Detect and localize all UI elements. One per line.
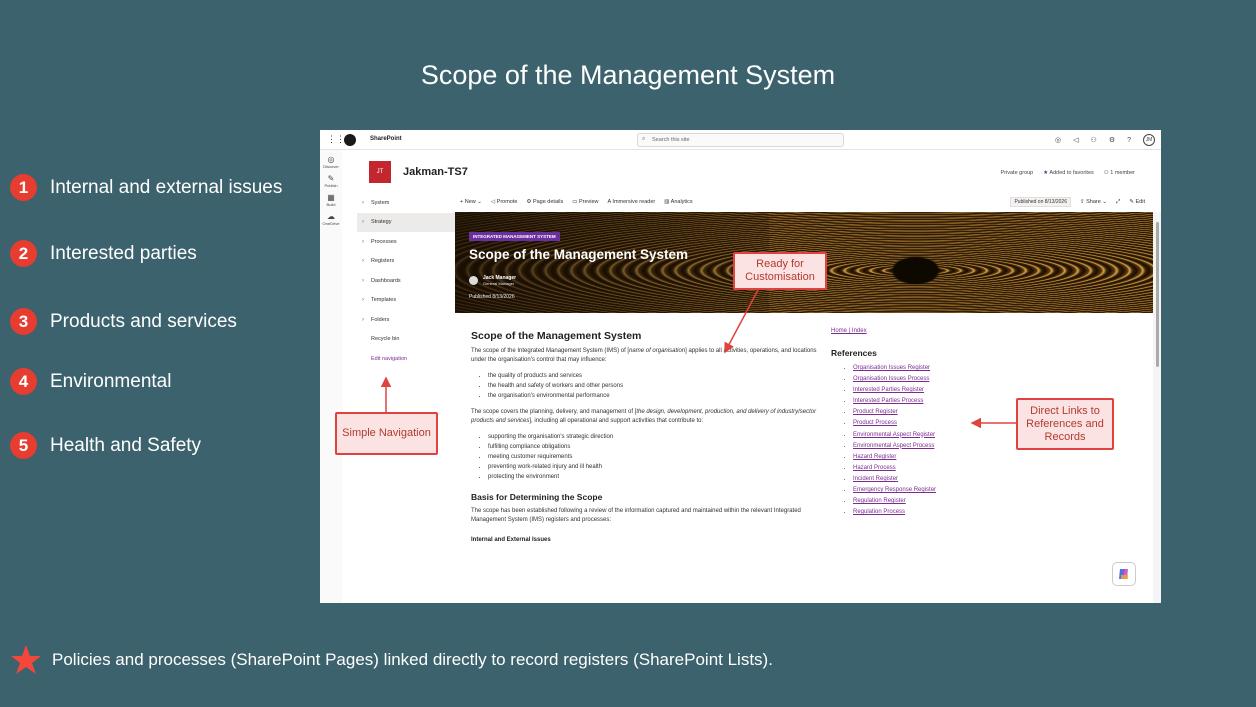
callout-direct-links: Direct Links to References and Records: [1016, 398, 1114, 450]
callout-arrows: [380, 289, 1016, 429]
footer-text: Policies and processes (SharePoint Pages…: [52, 650, 773, 669]
star-icon: [11, 645, 41, 674]
customisation-arrow: [724, 289, 759, 354]
callout-navigation: Simple Navigation: [335, 412, 438, 455]
callout-customisation: Ready for Customisation: [733, 252, 827, 290]
footer-note: Policies and processes (SharePoint Pages…: [10, 644, 773, 676]
